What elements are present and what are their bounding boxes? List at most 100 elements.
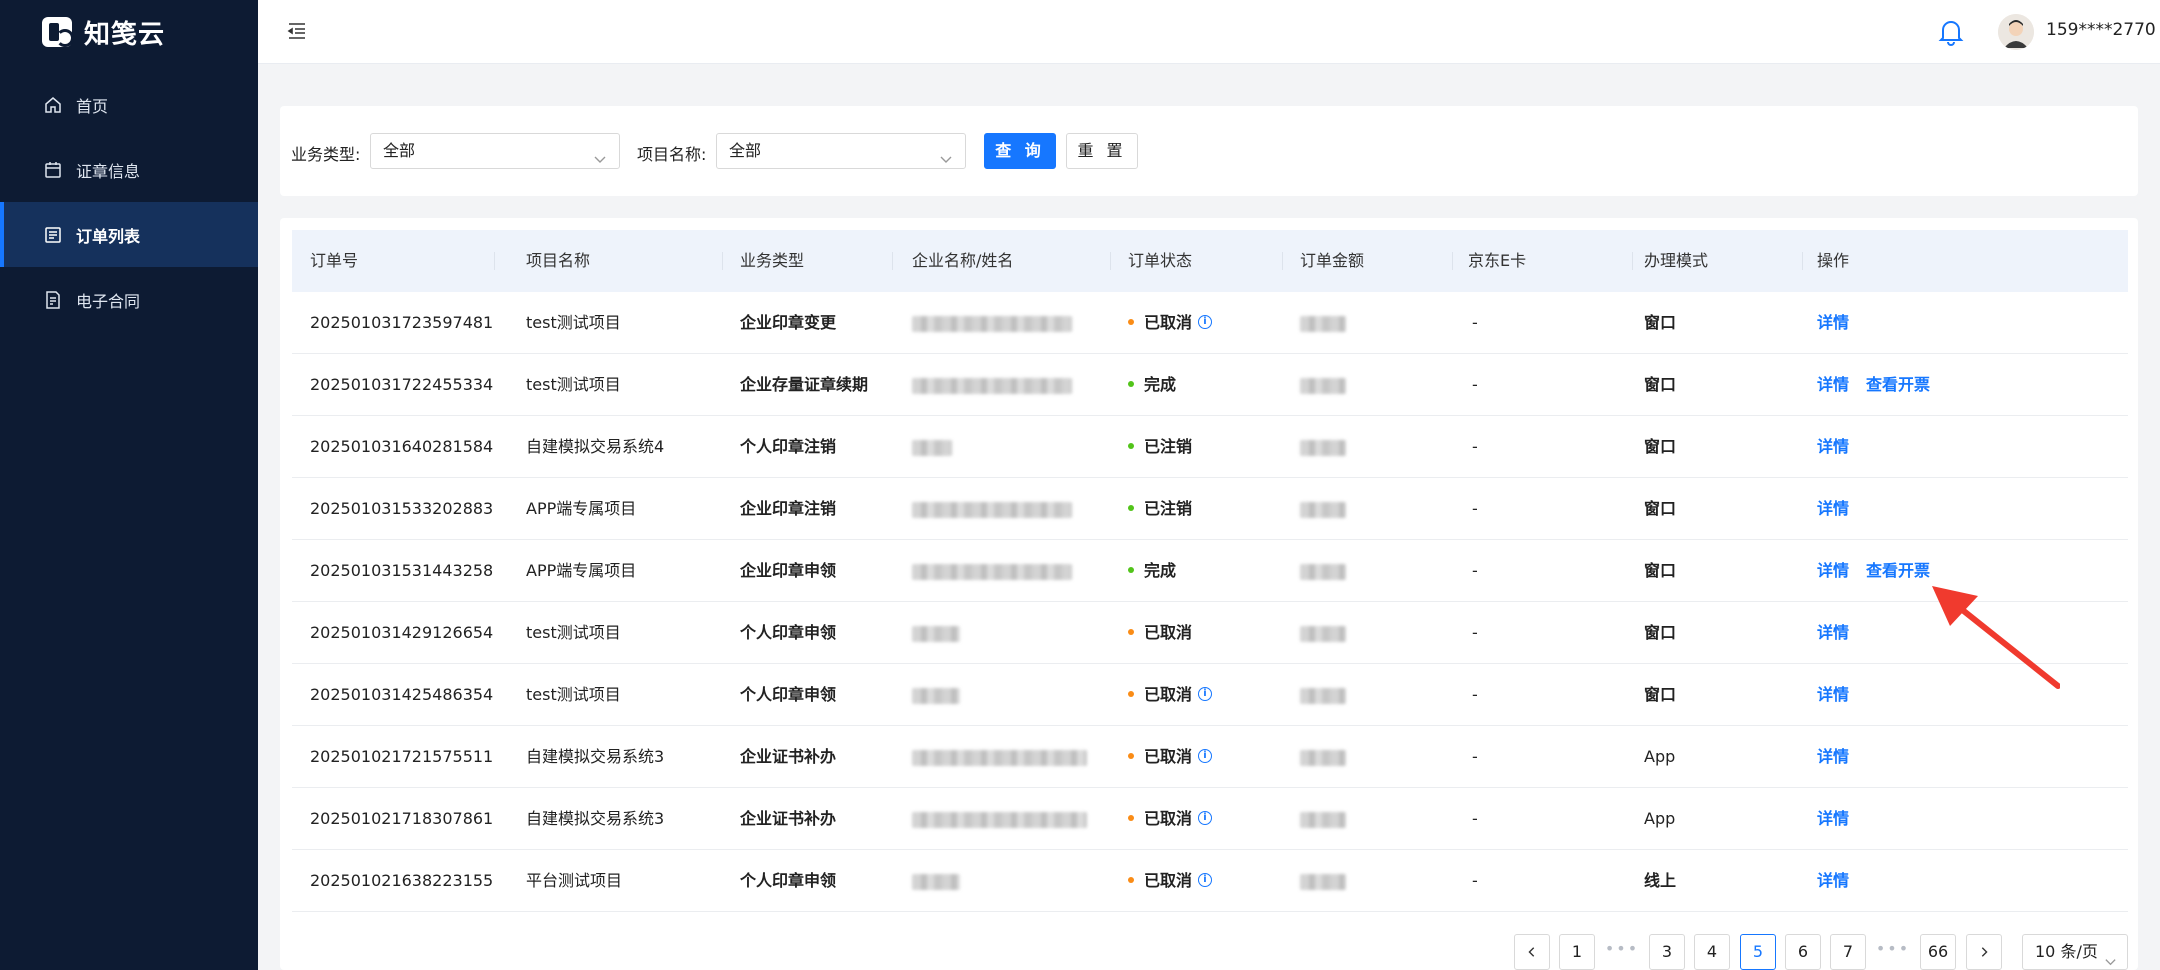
blurred-company-name [912,874,960,890]
info-icon[interactable]: i [1198,748,1213,763]
page-button[interactable]: 1 [1559,934,1595,970]
column-divider [494,252,495,270]
blurred-order-amount [1300,378,1346,394]
page-ellipsis-icon[interactable]: ••• [1875,934,1911,970]
status-dot-icon [1128,318,1134,325]
column-divider [1632,252,1633,270]
blurred-company-name [912,378,1072,394]
sidebar: 知笺云 首页 证章信息 订单列表 电子合同 [0,0,258,970]
detail-link[interactable]: 详情 [1817,788,1849,850]
detail-link[interactable]: 详情 [1817,416,1849,478]
bell-icon[interactable] [1938,18,1964,46]
info-icon[interactable]: i [1198,314,1213,329]
detail-link[interactable]: 详情 [1817,602,1849,664]
order-status-text: 已注销 [1144,499,1193,518]
column-header-business-type: 业务类型 [740,251,805,270]
contract-icon [44,290,62,309]
column-header-status: 订单状态 [1128,251,1193,270]
status-dot-icon [1128,876,1134,883]
sidebar-item-label: 首页 [76,96,109,116]
handling-mode-cell: 窗口 [1644,561,1677,580]
page-button[interactable]: 7 [1830,934,1866,970]
order-status-cell: 已取消 i [1128,726,1213,788]
detail-link[interactable]: 详情 [1817,850,1849,912]
logo-text: 知笺云 [84,19,166,50]
order-status-text: 已取消 [1144,685,1193,704]
blurred-order-amount [1300,812,1346,828]
order-number-cell: 202501021718307861 [310,809,494,828]
info-icon[interactable]: i [1198,872,1213,887]
page-size-select[interactable]: 10 条/页 [2022,934,2128,970]
project-name-cell: test测试项目 [526,685,621,704]
sidebar-item-home[interactable]: 首页 [0,72,258,137]
column-divider [1452,252,1453,270]
table-row: 202501031429126654 test测试项目 个人印章申领 已取消 - 窗口 详情 [292,602,2128,664]
prev-page-button[interactable] [1514,934,1550,970]
business-type-cell: 个人印章申领 [740,623,837,642]
order-status-text: 已取消 [1144,871,1193,890]
column-header-ecard: 京东E卡 [1468,251,1527,270]
table-row: 202501021638223155 平台测试项目 个人印章申领 已取消 i - 线上 详情 [292,850,2128,912]
detail-link[interactable]: 详情 [1817,540,1849,602]
detail-link[interactable]: 详情 [1817,664,1849,726]
sidebar-item-label: 订单列表 [76,226,141,246]
column-header-order-no: 订单号 [310,251,359,270]
detail-link[interactable]: 详情 [1817,354,1849,416]
handling-mode-cell: 窗口 [1644,499,1677,518]
column-header-amount: 订单金额 [1300,251,1365,270]
info-icon[interactable]: i [1198,686,1213,701]
username[interactable]: 159****2770 [2046,20,2156,40]
page-ellipsis-icon[interactable]: ••• [1604,934,1640,970]
page-button[interactable]: 4 [1694,934,1730,970]
blurred-order-amount [1300,626,1346,642]
view-invoice-link[interactable]: 查看开票 [1866,354,1930,416]
query-button[interactable]: 查 询 [984,133,1056,169]
blurred-order-amount [1300,564,1346,580]
business-type-cell: 企业证书补办 [740,809,837,828]
status-dot-icon [1128,752,1134,759]
order-status-cell: 已取消 i [1128,292,1213,354]
blurred-company-name [912,564,1072,580]
order-status-text: 已注销 [1144,437,1193,456]
column-divider [1110,252,1111,270]
project-name-cell: 平台测试项目 [526,871,623,890]
sidebar-item-e-contract[interactable]: 电子合同 [0,267,258,332]
column-divider [722,252,723,270]
blurred-company-name [912,750,1087,766]
page-button-current[interactable]: 5 [1740,934,1776,970]
business-type-cell: 个人印章注销 [740,437,837,456]
sidebar-item-order-list[interactable]: 订单列表 [0,202,258,267]
reset-button[interactable]: 重 置 [1066,133,1138,169]
table-header: 订单号 项目名称 业务类型 企业名称/姓名 订单状态 订单金额 京东E卡 办理模… [292,230,2128,292]
column-header-company: 企业名称/姓名 [912,251,1014,270]
project-name-select[interactable]: 全部 [716,133,966,169]
order-number-cell: 202501031533202883 [310,499,494,518]
avatar[interactable] [1998,14,2034,50]
menu-fold-icon[interactable] [286,20,308,42]
order-status-cell: 已取消 i [1128,664,1213,726]
table-row: 202501031425486354 test测试项目 个人印章申领 已取消 i - 窗口 详… [292,664,2128,726]
status-dot-icon [1128,814,1134,821]
sidebar-item-certificate-info[interactable]: 证章信息 [0,137,258,202]
business-type-select[interactable]: 全部 [370,133,620,169]
page-button[interactable]: 66 [1920,934,1956,970]
status-dot-icon [1128,380,1134,387]
page-button[interactable]: 3 [1649,934,1685,970]
order-number-cell: 202501021638223155 [310,871,494,890]
page-button[interactable]: 6 [1785,934,1821,970]
jd-ecard-cell: - [1472,499,1478,518]
logo: 知笺云 [0,0,258,64]
page-size-value: 10 条/页 [2035,942,2098,961]
project-name-cell: test测试项目 [526,313,621,332]
detail-link[interactable]: 详情 [1817,292,1849,354]
sidebar-item-label: 证章信息 [76,161,141,181]
calendar-icon [44,161,62,179]
detail-link[interactable]: 详情 [1817,478,1849,540]
table-row: 202501021721575511 自建模拟交易系统3 企业证书补办 已取消 i - Ap… [292,726,2128,788]
detail-link[interactable]: 详情 [1817,726,1849,788]
project-name-cell: 自建模拟交易系统4 [526,437,665,456]
info-icon[interactable]: i [1198,810,1213,825]
next-page-button[interactable] [1966,934,2002,970]
blurred-company-name [912,812,1087,828]
order-status-text: 已取消 [1144,747,1193,766]
